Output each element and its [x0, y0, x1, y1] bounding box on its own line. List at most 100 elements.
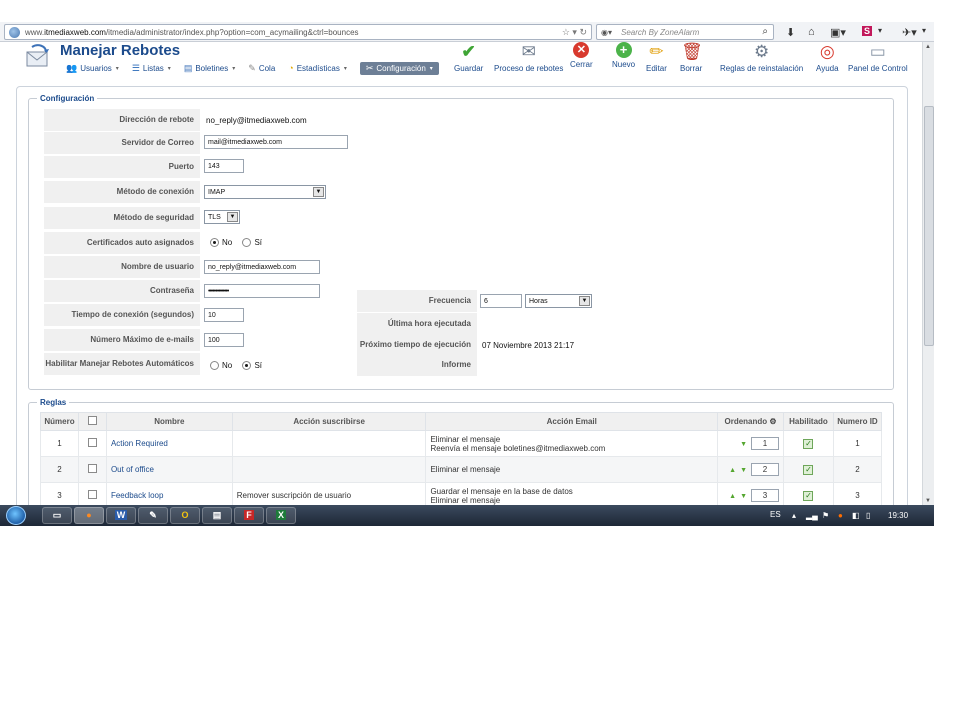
rule-name-link[interactable]: Out of office: [111, 465, 154, 474]
menu-boletines[interactable]: ▤ Boletines ▾: [184, 63, 235, 74]
rule-name-link[interactable]: Action Required: [111, 439, 168, 448]
frecuencia-input[interactable]: 6: [480, 294, 522, 308]
move-up-icon[interactable]: ▲: [729, 493, 736, 500]
move-down-icon[interactable]: ▼: [740, 441, 747, 448]
order-input[interactable]: 3: [751, 489, 779, 502]
scroll-thumb[interactable]: [924, 106, 934, 346]
certificados-no-radio[interactable]: [210, 238, 219, 248]
tray-clock[interactable]: 19:30: [888, 511, 908, 520]
order-input[interactable]: 1: [751, 437, 779, 450]
proceso-rebotes-button[interactable]: ✉ Proceso de rebotes: [494, 42, 563, 73]
nuevo-button[interactable]: + Nuevo: [612, 42, 635, 69]
move-down-icon[interactable]: ▼: [740, 467, 747, 474]
update-icon[interactable]: ●: [838, 511, 843, 520]
move-up-icon[interactable]: ▲: [729, 467, 736, 474]
row-accion-suscribirse: [231, 456, 427, 483]
scroll-down-icon[interactable]: ▼: [925, 498, 931, 504]
enabled-check-icon[interactable]: ✓: [803, 490, 814, 501]
max-emails-input[interactable]: 100: [204, 333, 244, 347]
col-select-all[interactable]: [77, 412, 107, 431]
label-informe: Informe: [357, 354, 477, 376]
puerto-input[interactable]: 143: [204, 159, 244, 173]
col-ordenando[interactable]: Ordenando ⚙: [717, 412, 784, 431]
metodo-seguridad-select[interactable]: TLS ▼: [204, 210, 240, 224]
move-down-icon[interactable]: ▼: [740, 493, 747, 500]
frecuencia-unit-select[interactable]: Horas ▼: [525, 294, 592, 308]
save-order-icon[interactable]: ⚙: [769, 417, 776, 426]
order-input[interactable]: 2: [751, 463, 779, 476]
filezilla-task-icon[interactable]: F: [234, 507, 264, 524]
bookmark-star-icon[interactable]: ☆ ▾ ↻: [562, 27, 587, 38]
col-numero-id[interactable]: Numero ID: [832, 412, 883, 431]
s-addon-icon[interactable]: S: [862, 26, 873, 36]
label-metodo-seguridad: Método de seguridad: [44, 207, 200, 229]
guardar-button[interactable]: ✔ Guardar: [454, 42, 483, 73]
nombre-usuario-input[interactable]: no_reply@itmediaxweb.com: [204, 260, 320, 274]
explorer-task-icon[interactable]: ▭: [42, 507, 72, 524]
puzzle-icon[interactable]: ✈▾: [902, 26, 917, 39]
row-checkbox[interactable]: [87, 464, 97, 473]
home-icon[interactable]: ⌂: [808, 26, 815, 38]
enabled-check-icon[interactable]: ✓: [803, 464, 814, 475]
menu-estadisticas[interactable]: ◔ Estadísticas ▾: [288, 63, 347, 73]
enabled-check-icon[interactable]: ✓: [803, 438, 814, 449]
app-task-icon[interactable]: ▤: [202, 507, 232, 524]
row-accion-suscribirse: [231, 430, 427, 457]
rule-name-link[interactable]: Feedback loop: [111, 491, 163, 500]
panel-control-button[interactable]: ▭ Panel de Control: [848, 42, 908, 73]
search-icon[interactable]: ⌕: [762, 26, 768, 37]
browser-toolbar: www.itmediaxweb.com/itmedia/administrato…: [0, 22, 934, 42]
menu-listas[interactable]: ☰ Listas ▾: [132, 63, 171, 74]
col-numero[interactable]: Número: [40, 412, 79, 431]
value-direccion-rebote: no_reply@itmediaxweb.com: [206, 116, 307, 125]
search-input[interactable]: ◉▾ Search By ZoneAlarm ⌕: [596, 24, 774, 40]
admin-header: Manejar Rebotes 👥 Usuarios ▾ ☰ Listas ▾ ▤ Bol…: [14, 42, 920, 78]
volume-icon[interactable]: ◧: [852, 511, 860, 520]
menu-cola[interactable]: ✎ Cola: [248, 63, 275, 74]
notes-task-icon[interactable]: ✎: [138, 507, 168, 524]
excel-task-icon[interactable]: X: [266, 507, 296, 524]
metodo-conexion-select[interactable]: IMAP ▼: [204, 185, 326, 199]
col-habilitado: Habilitado: [783, 412, 834, 431]
row-checkbox[interactable]: [87, 438, 97, 447]
firefox-task-icon[interactable]: ●: [74, 507, 104, 524]
contrasena-input[interactable]: ••••••••••••••: [204, 284, 320, 298]
row-id: 2: [832, 456, 883, 483]
url-path: /itmedia/administrator/index.php?option=…: [105, 28, 359, 37]
table-row: 1 Action Required Eliminar el mensaje Ree…: [40, 430, 883, 457]
label-max-emails: Número Máximo de e-mails: [44, 329, 200, 351]
url-text[interactable]: www.itmediaxweb.com/itmedia/administrato…: [25, 28, 359, 37]
tray-expand-icon[interactable]: ▴: [792, 511, 796, 520]
page-scrollbar[interactable]: ▲ ▼: [922, 42, 934, 506]
word-task-icon[interactable]: W: [106, 507, 136, 524]
window-menu-icon[interactable]: ▣▾: [830, 26, 846, 39]
scroll-up-icon[interactable]: ▲: [925, 44, 931, 50]
battery-icon[interactable]: ▯: [866, 511, 870, 520]
habilitar-no-radio[interactable]: [210, 361, 219, 371]
ayuda-button[interactable]: ◎ Ayuda: [816, 42, 839, 73]
row-checkbox[interactable]: [87, 490, 97, 499]
network-signal-icon[interactable]: ▂▄: [806, 511, 818, 520]
menu-usuarios[interactable]: 👥 Usuarios ▾: [66, 63, 119, 74]
borrar-button[interactable]: 🗑 Borrar: [680, 42, 703, 73]
servidor-correo-input[interactable]: mail@itmediaxweb.com: [204, 135, 348, 149]
col-nombre[interactable]: Nombre: [105, 412, 233, 431]
select-all-checkbox[interactable]: [87, 416, 97, 425]
tray-language[interactable]: ES: [770, 510, 781, 519]
outlook-task-icon[interactable]: O: [170, 507, 200, 524]
tiempo-conexion-input[interactable]: 10: [204, 308, 244, 322]
editar-button[interactable]: ✏ Editar: [646, 42, 667, 73]
overflow-icon[interactable]: ▾: [922, 26, 926, 35]
download-icon[interactable]: ⬇: [786, 26, 795, 39]
certificados-si-radio[interactable]: [242, 238, 252, 248]
start-button[interactable]: [6, 506, 26, 525]
habilitar-si-radio[interactable]: [242, 361, 252, 371]
label-contrasena: Contraseña: [44, 280, 200, 302]
addon-menu-icon[interactable]: ▾: [878, 26, 882, 35]
reglas-reinstalacion-button[interactable]: ⚙ Reglas de reinstalación: [720, 42, 803, 73]
menu-configuracion[interactable]: ✂ Configuración ▾: [359, 61, 439, 75]
newsletters-icon: ▤: [183, 62, 193, 73]
address-bar[interactable]: www.itmediaxweb.com/itmedia/administrato…: [4, 24, 592, 40]
cerrar-button[interactable]: ✕ Cerrar: [570, 42, 593, 69]
flag-icon[interactable]: ⚑: [822, 511, 829, 520]
